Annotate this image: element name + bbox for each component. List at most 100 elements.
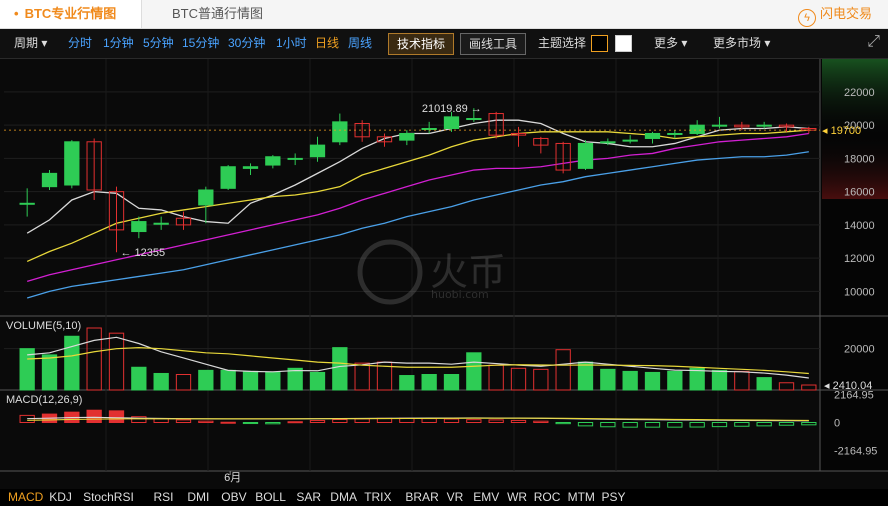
candle-body xyxy=(131,221,147,233)
indicator-stochrsi[interactable]: StochRSI xyxy=(83,489,134,506)
macd-tick-label: 0 xyxy=(834,418,840,430)
more-dropdown[interactable]: 更多 ▾ xyxy=(654,29,687,58)
volume-bar xyxy=(577,361,594,391)
volume-bar xyxy=(711,369,728,391)
period-label: 周期 xyxy=(14,36,39,50)
interval-1min[interactable]: 1分钟 xyxy=(103,29,134,58)
indicator-macd[interactable]: MACD xyxy=(8,489,43,506)
candle-body xyxy=(600,141,616,144)
interval-weekly[interactable]: 周线 xyxy=(348,29,372,58)
interval-5min[interactable]: 5分钟 xyxy=(143,29,174,58)
current-price-label: ◂ 19700 xyxy=(822,125,861,137)
kline-chart[interactable]: 10000120001400016000180002000022000火币huo… xyxy=(0,59,888,489)
lightning-icon: ϟ xyxy=(797,9,816,27)
candle-body xyxy=(443,116,460,129)
more-markets-dropdown[interactable]: 更多市场 ▾ xyxy=(713,29,770,58)
top-tab-bar: • BTC专业行情图 BTC普通行情图 ϟ 闪电交易 xyxy=(0,0,888,29)
candle-body xyxy=(711,124,728,127)
interval-timeshare[interactable]: 分时 xyxy=(68,29,92,58)
interval-30min[interactable]: 30分钟 xyxy=(228,29,265,58)
candle-body xyxy=(421,127,437,130)
volume-bar xyxy=(399,375,415,391)
indicator-roc[interactable]: ROC xyxy=(534,489,561,506)
high-price-label: 21019.89 → xyxy=(422,103,482,115)
tab-pro-chart-label: BTC专业行情图 xyxy=(24,6,117,21)
flash-trade-label: 闪电交易 xyxy=(819,6,872,21)
candle-body xyxy=(466,118,482,121)
volume-bar xyxy=(421,374,437,391)
candle-body xyxy=(19,202,35,205)
caret-down-icon: ▾ xyxy=(764,36,771,50)
volume-title: VOLUME(5,10) xyxy=(6,320,81,332)
indicator-sar[interactable]: SAR xyxy=(296,489,321,506)
candle-body xyxy=(41,172,58,188)
volume-bar xyxy=(332,347,348,391)
indicator-kdj[interactable]: KDJ xyxy=(49,489,72,506)
indicator-dma[interactable]: DMA xyxy=(330,489,357,506)
low-price-label: ← 12355 xyxy=(121,247,166,259)
macd-histogram-bar xyxy=(287,421,303,424)
candle-body xyxy=(309,144,326,158)
candle-body xyxy=(756,124,772,127)
bullet-icon: • xyxy=(14,6,19,21)
candle-body xyxy=(242,166,259,169)
indicator-mtm[interactable]: MTM xyxy=(568,489,595,506)
price-tick-label: 12000 xyxy=(844,253,875,265)
candle-body xyxy=(577,142,594,169)
volume-bar xyxy=(309,371,326,391)
interval-1hour[interactable]: 1小时 xyxy=(276,29,307,58)
volume-bar xyxy=(667,370,683,391)
technical-indicator-button[interactable]: 技术指标 xyxy=(388,33,455,55)
indicator-boll[interactable]: BOLL xyxy=(255,489,286,506)
price-tick-label: 16000 xyxy=(844,187,875,199)
indicator-obv[interactable]: OBV xyxy=(221,489,246,506)
price-tick-label: 22000 xyxy=(844,87,875,99)
volume-bar xyxy=(287,367,303,391)
indicator-emv[interactable]: EMV xyxy=(473,489,499,506)
macd-histogram-bar xyxy=(86,409,102,424)
indicator-bar: MACD KDJ StochRSI RSI DMI OBV BOLL SAR DMA TRIX BR… xyxy=(0,489,888,506)
volume-bar xyxy=(242,370,259,391)
flash-trade-link[interactable]: ϟ 闪电交易 xyxy=(797,0,872,28)
caret-down-icon: ▾ xyxy=(41,36,48,50)
indicator-rsi[interactable]: RSI xyxy=(154,489,174,506)
interval-daily[interactable]: 日线 xyxy=(315,29,339,58)
candle-body xyxy=(64,141,80,186)
theme-light-swatch[interactable] xyxy=(615,35,632,52)
time-axis-month-label: 6月 xyxy=(224,472,241,484)
volume-bar xyxy=(443,374,460,391)
volume-bar xyxy=(756,377,772,391)
indicator-trix[interactable]: TRIX xyxy=(364,489,391,506)
macd-tick-label: 2164.95 xyxy=(834,390,874,402)
tab-pro-chart[interactable]: • BTC专业行情图 xyxy=(0,0,142,28)
candle-body xyxy=(265,156,281,166)
volume-bar xyxy=(466,352,482,391)
candle-body xyxy=(689,124,705,134)
drawing-tools-button[interactable]: 画线工具 xyxy=(460,33,527,55)
macd-histogram-bar xyxy=(220,421,236,424)
theme-dark-swatch[interactable] xyxy=(591,35,608,52)
candle-body xyxy=(667,132,683,135)
indicator-wr[interactable]: WR xyxy=(507,489,527,506)
indicator-psy[interactable]: PSY xyxy=(602,489,626,506)
macd-tick-label: -2164.95 xyxy=(834,446,877,458)
candle-body xyxy=(399,132,415,141)
price-tick-label: 18000 xyxy=(844,153,875,165)
candle-body xyxy=(644,132,661,139)
volume-bar xyxy=(198,369,214,391)
tab-basic-chart[interactable]: BTC普通行情图 xyxy=(172,0,263,28)
macd-histogram-bar xyxy=(108,410,125,424)
indicator-vr[interactable]: VR xyxy=(447,489,464,506)
macd-title: MACD(12,26,9) xyxy=(6,394,82,406)
price-tick-label: 14000 xyxy=(844,220,875,232)
period-dropdown[interactable]: 周期 ▾ xyxy=(14,29,47,58)
chart-toolbar: 周期 ▾ 分时 1分钟 5分钟 15分钟 30分钟 1小时 日线 周线 技术指标… xyxy=(0,29,888,59)
volume-bar xyxy=(131,366,147,391)
volume-tick-label: 20000 xyxy=(844,344,875,356)
more-label: 更多 xyxy=(654,36,679,50)
fullscreen-icon[interactable]: ⤢ xyxy=(867,33,880,51)
interval-15min[interactable]: 15分钟 xyxy=(182,29,219,58)
indicator-dmi[interactable]: DMI xyxy=(187,489,209,506)
indicator-brar[interactable]: BRAR xyxy=(405,489,438,506)
volume-bar xyxy=(220,369,236,391)
